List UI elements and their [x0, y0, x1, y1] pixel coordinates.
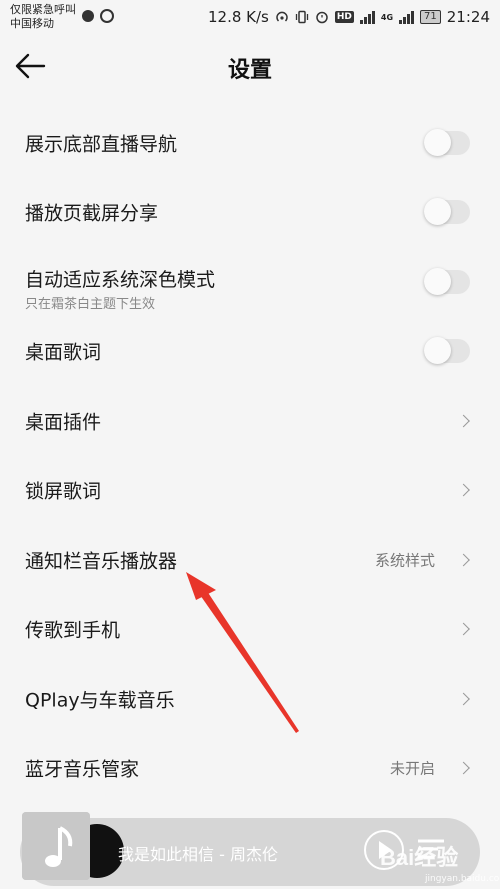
- setting-qplay-car[interactable]: QPlay与车载音乐: [0, 664, 500, 734]
- chevron-right-icon: [457, 622, 470, 636]
- setting-value: 未开启: [389, 759, 435, 778]
- setting-label: 通知栏音乐播放器: [25, 550, 178, 573]
- globe-icon: [82, 10, 94, 22]
- chevron-right-icon: [457, 483, 470, 497]
- alarm-icon: [316, 11, 328, 24]
- watermark-logo: Bai经验: [380, 845, 459, 870]
- carrier-info: 仅限紧急呼叫 中国移动: [10, 3, 76, 31]
- setting-lockscreen-lyrics[interactable]: 锁屏歌词: [0, 456, 500, 526]
- setting-label: QPlay与车载音乐: [25, 689, 175, 712]
- carrier-line2: 中国移动: [10, 17, 54, 30]
- toggle-knob: [424, 267, 451, 295]
- sync-icon: [100, 9, 114, 23]
- toggle-switch[interactable]: [424, 337, 470, 365]
- settings-list: 展示底部直播导航 播放页截屏分享 自动适应系统深色模式 只在霜茶白主题下生效 桌…: [0, 108, 500, 803]
- chevron-right-icon: [457, 761, 470, 775]
- setting-screenshot-share[interactable]: 播放页截屏分享: [0, 178, 500, 248]
- setting-transfer-to-phone[interactable]: 传歌到手机: [0, 595, 500, 665]
- toggle-switch[interactable]: [424, 267, 470, 295]
- setting-label: 蓝牙音乐管家: [25, 758, 140, 781]
- setting-live-nav[interactable]: 展示底部直播导航: [0, 108, 500, 178]
- music-note-icon: [22, 812, 90, 880]
- setting-label: 桌面歌词: [25, 341, 102, 364]
- watermark-url: jingyan.baidu.com: [425, 874, 500, 884]
- setting-desktop-widget[interactable]: 桌面插件: [0, 386, 500, 456]
- network-type: 4G: [380, 12, 394, 22]
- hotspot-icon: [276, 11, 288, 22]
- setting-value: 系统样式: [374, 551, 435, 570]
- wifi-signal-icon: [359, 10, 375, 24]
- setting-sublabel: 只在霜茶白主题下生效: [25, 297, 156, 312]
- cell-signal-icon: [399, 10, 415, 24]
- setting-label: 锁屏歌词: [25, 480, 102, 503]
- toggle-knob: [424, 128, 451, 156]
- network-speed: 12.8 K/s: [208, 8, 269, 26]
- vibrate-icon: [295, 10, 309, 24]
- setting-label: 自动适应系统深色模式: [25, 269, 216, 291]
- chevron-right-icon: [457, 414, 470, 428]
- chevron-right-icon: [457, 553, 470, 567]
- toggle-switch[interactable]: [424, 198, 470, 226]
- setting-label: 桌面插件: [25, 411, 102, 434]
- hd-icon: HD: [334, 11, 354, 23]
- toggle-switch[interactable]: [424, 128, 470, 156]
- setting-label: 传歌到手机: [25, 619, 121, 642]
- header: 设置: [0, 36, 500, 98]
- setting-label: 展示底部直播导航: [25, 133, 178, 156]
- setting-notification-player[interactable]: 通知栏音乐播放器 系统样式: [0, 525, 500, 595]
- now-playing-title: 我是如此相信 - 周杰伦: [118, 845, 278, 864]
- chevron-right-icon: [457, 692, 470, 706]
- battery-icon: 71: [420, 10, 441, 24]
- album-cover[interactable]: [22, 812, 90, 880]
- carrier-line1: 仅限紧急呼叫: [10, 3, 76, 16]
- setting-dark-mode[interactable]: 自动适应系统深色模式 只在霜茶白主题下生效: [0, 247, 500, 317]
- status-bar: 仅限紧急呼叫 中国移动 12.8 K/s HD 4G 71 21:24: [0, 0, 500, 36]
- setting-desktop-lyrics[interactable]: 桌面歌词: [0, 317, 500, 387]
- page-title: 设置: [227, 58, 272, 83]
- setting-bluetooth-manager[interactable]: 蓝牙音乐管家 未开启: [0, 734, 500, 804]
- setting-label: 播放页截屏分享: [25, 202, 159, 225]
- clock: 21:24: [446, 8, 490, 26]
- toggle-knob: [424, 337, 451, 365]
- toggle-knob: [424, 198, 451, 226]
